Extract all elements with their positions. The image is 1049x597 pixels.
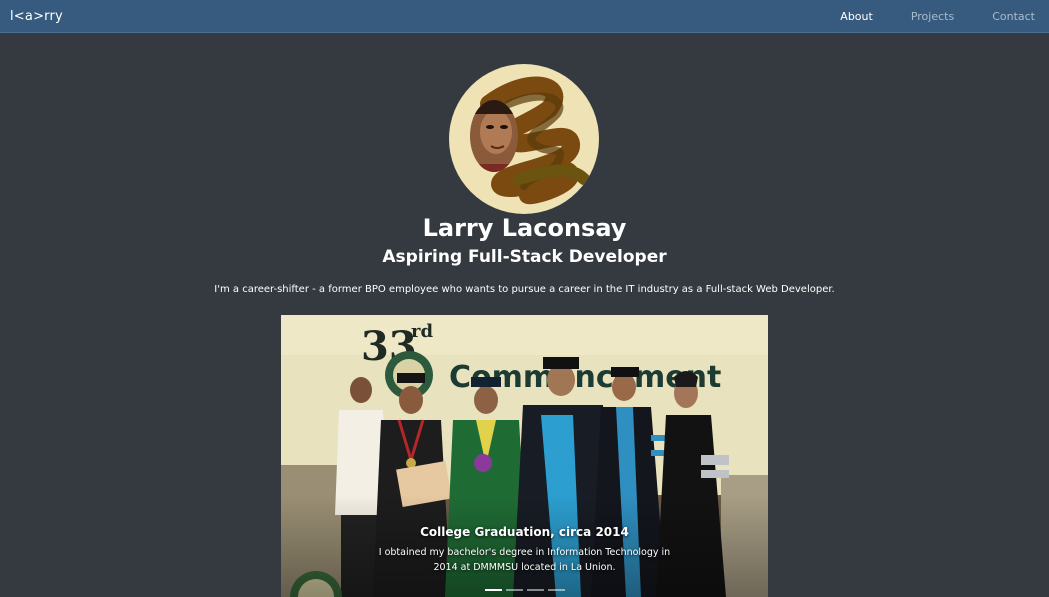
navbar: l<a>rry About Projects Contact: [0, 0, 1049, 33]
carousel-caption: College Graduation, circa 2014 I obtaine…: [341, 525, 708, 575]
profile-title: Aspiring Full-Stack Developer: [382, 247, 667, 267]
nav-links: About Projects Contact: [802, 10, 1035, 23]
carousel-caption-text: I obtained my bachelor's degree in Infor…: [378, 547, 671, 573]
profile-avatar: [449, 64, 599, 214]
brand-logo[interactable]: l<a>rry: [10, 9, 63, 24]
carousel-caption-title: College Graduation, circa 2014: [420, 525, 629, 539]
profile-bio: I'm a career-shifter - a former BPO empl…: [214, 284, 835, 295]
carousel-indicator[interactable]: [547, 589, 565, 591]
nav-link-about[interactable]: About: [840, 10, 873, 23]
nav-link-projects[interactable]: Projects: [911, 10, 954, 23]
carousel-indicator[interactable]: [484, 589, 502, 591]
svg-text:rd: rd: [411, 321, 433, 342]
carousel-indicator[interactable]: [505, 589, 523, 591]
photo-carousel[interactable]: 33 rd Commencement College Graduation, c…: [281, 315, 768, 597]
carousel-indicators: [281, 589, 768, 591]
carousel-indicator[interactable]: [526, 589, 544, 591]
nav-link-contact[interactable]: Contact: [992, 10, 1035, 23]
profile-name: Larry Laconsay: [422, 214, 627, 242]
